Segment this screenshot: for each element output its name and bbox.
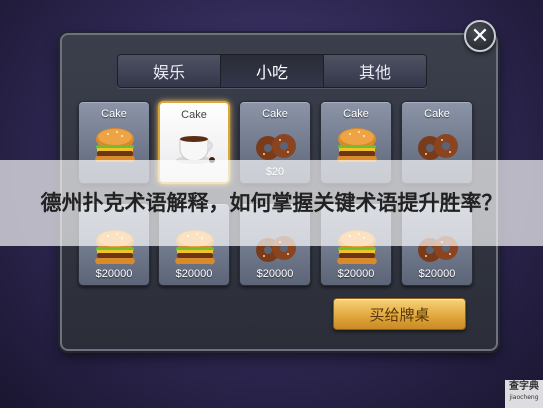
item-price: $20000 bbox=[256, 268, 294, 280]
tab-snacks[interactable]: 小吃 bbox=[221, 55, 324, 87]
site-watermark: 查字典 jiaocheng bbox=[505, 380, 543, 408]
item-price: $20000 bbox=[175, 268, 213, 280]
article-title-banner: 德州扑克术语解释，如何掌握关键术语提升胜率？ bbox=[0, 160, 543, 246]
buy-for-table-button[interactable]: 买给牌桌 bbox=[333, 298, 466, 330]
item-price: $20000 bbox=[95, 268, 133, 280]
close-icon: ✕ bbox=[470, 23, 490, 49]
watermark-subtext: jiaocheng bbox=[509, 394, 539, 401]
tab-entertainment[interactable]: 娱乐 bbox=[118, 55, 221, 87]
item-name: Cake bbox=[101, 108, 127, 120]
item-price: $20000 bbox=[418, 268, 456, 280]
close-button[interactable]: ✕ bbox=[464, 20, 496, 52]
banner-title: 德州扑克术语解释，如何掌握关键术语提升胜率？ bbox=[40, 191, 503, 215]
tab-other[interactable]: 其他 bbox=[324, 55, 426, 87]
item-name: Cake bbox=[424, 108, 450, 120]
item-name: Cake bbox=[343, 108, 369, 120]
category-tabs: 娱乐 小吃 其他 bbox=[117, 54, 427, 88]
watermark-logo-text: 查字典 bbox=[509, 381, 539, 392]
item-name: Cake bbox=[262, 108, 288, 120]
item-name: Cake bbox=[181, 109, 207, 121]
item-price: $20000 bbox=[337, 268, 375, 280]
